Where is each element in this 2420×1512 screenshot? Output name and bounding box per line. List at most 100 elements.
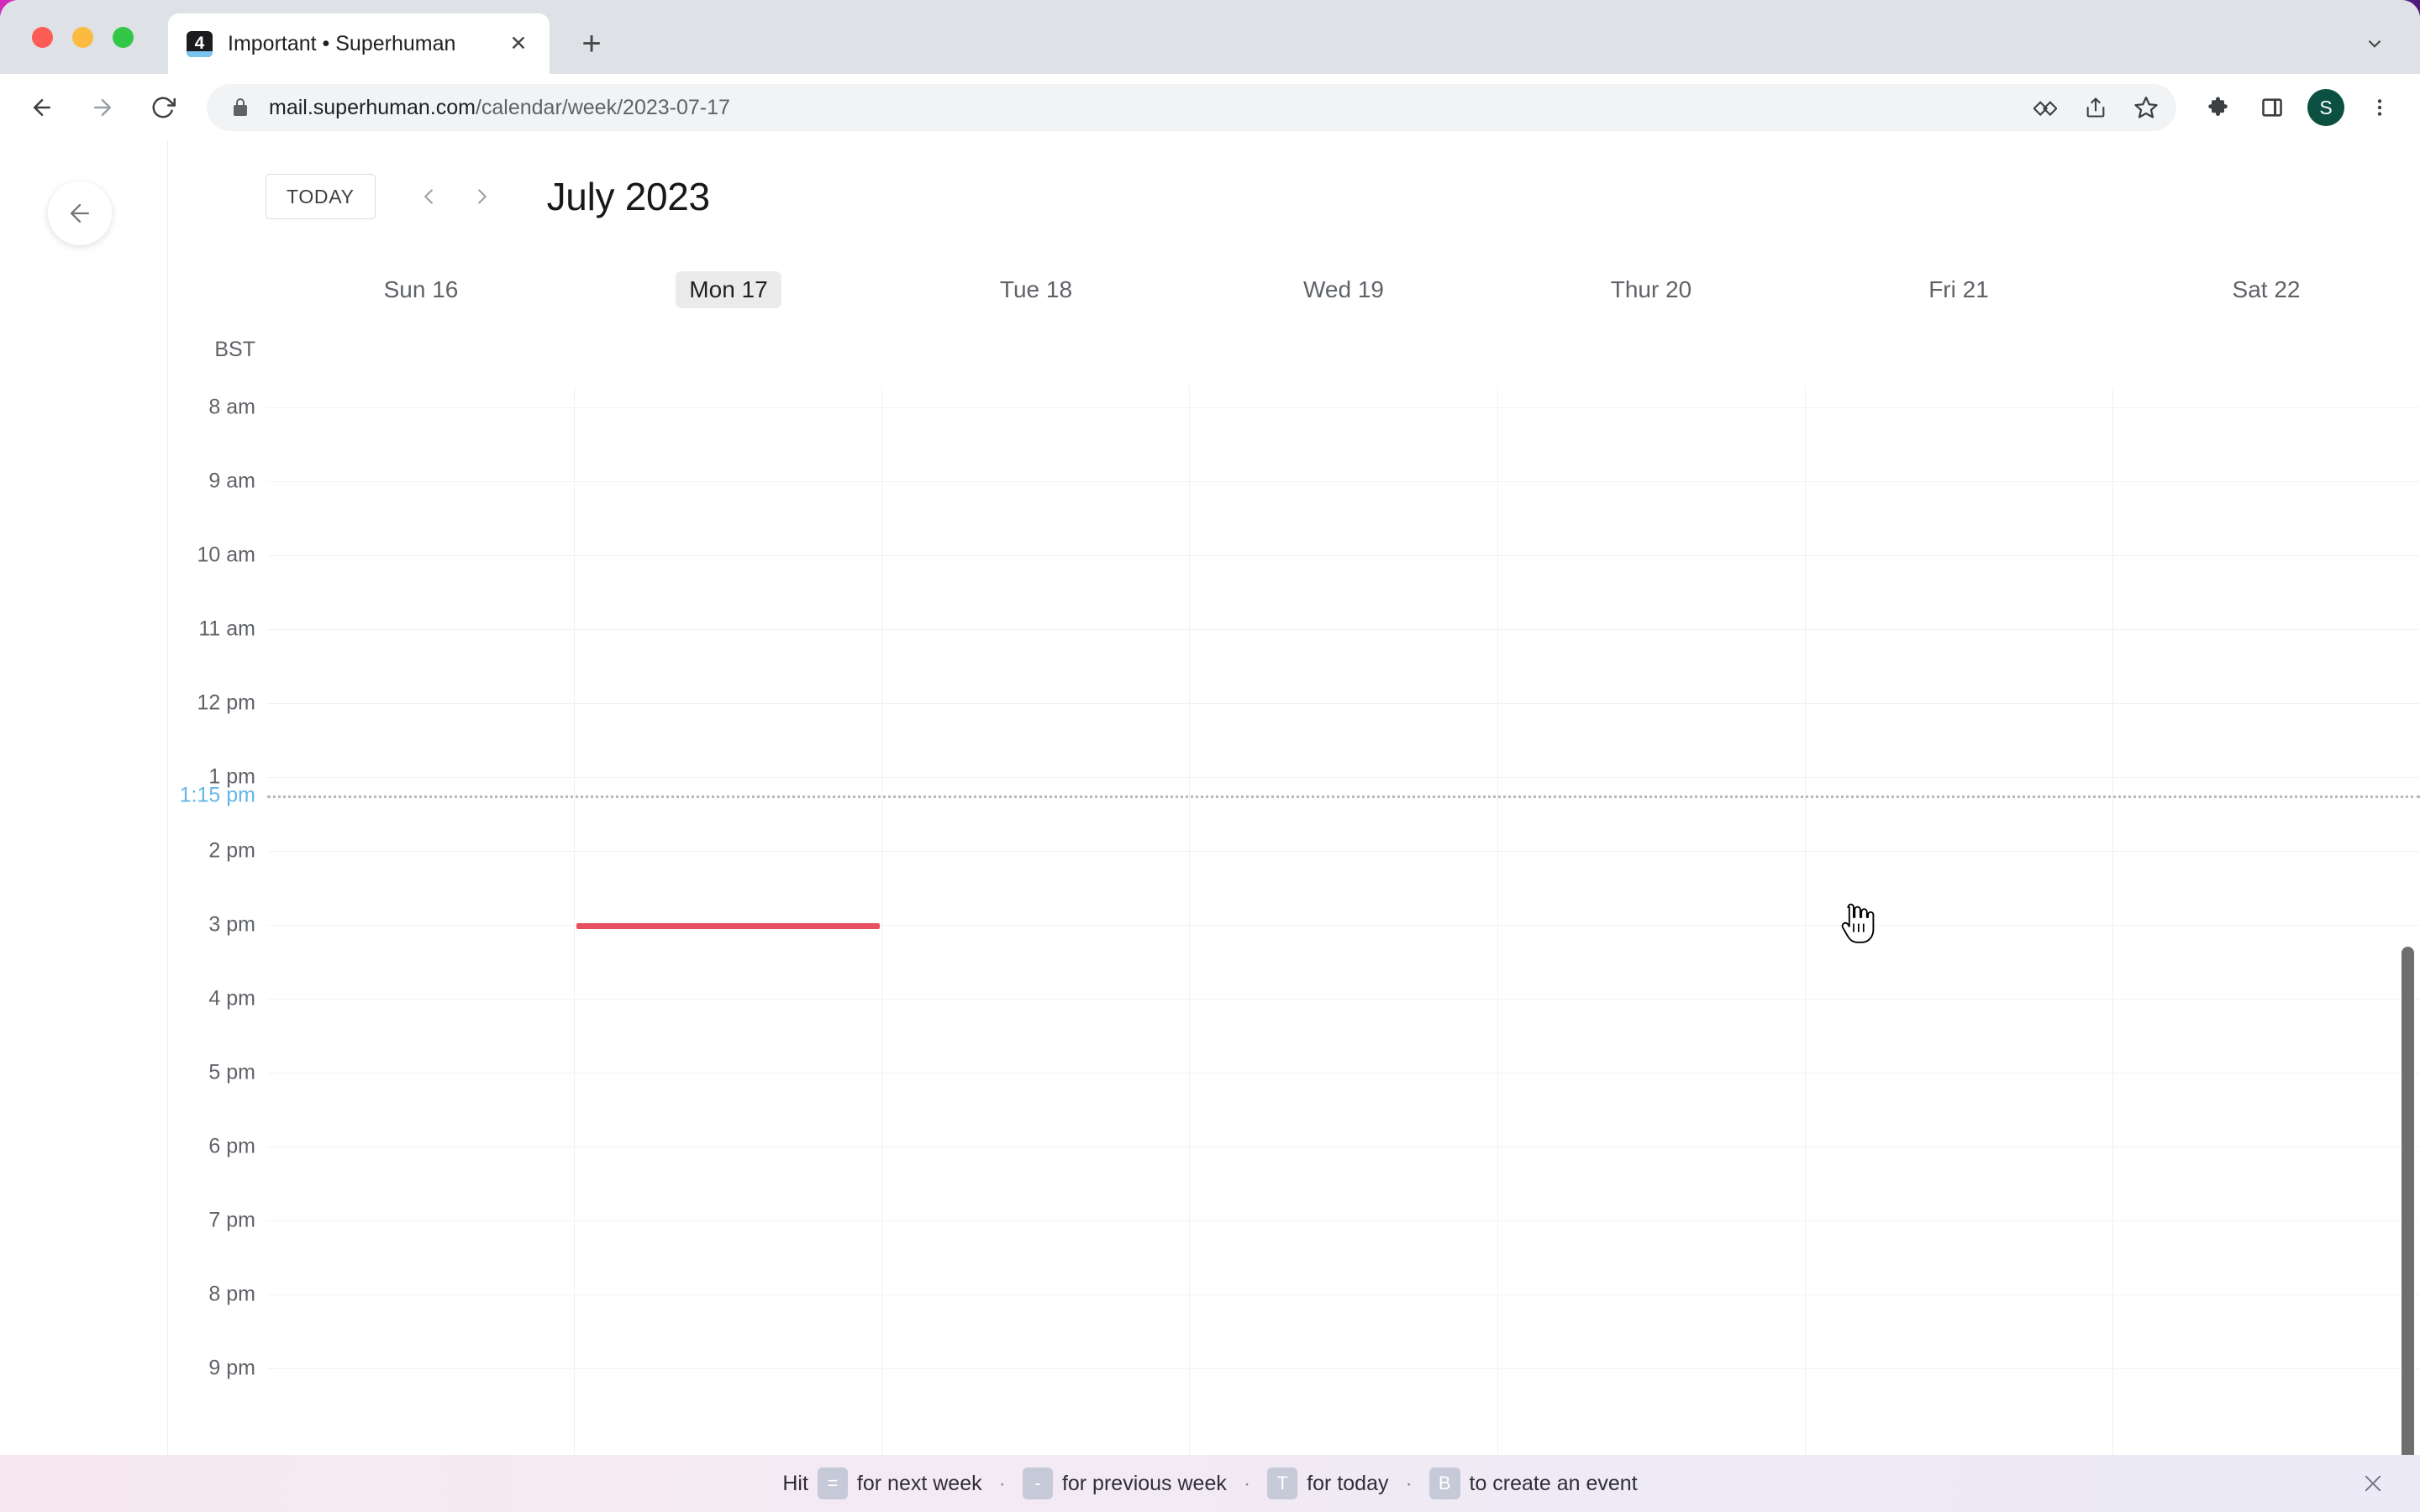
time-label-2: 10 am — [197, 543, 255, 567]
day-header-label: Tue 18 — [999, 276, 1073, 302]
url-host: mail.superhuman.com — [269, 95, 476, 119]
bookmark-star-icon[interactable] — [2124, 86, 2168, 129]
time-gutter: 8 am 9 am 10 am 11 am 12 pm 1 pm 2 pm 3 pm 4 pm 5… — [168, 386, 267, 1512]
profile-avatar[interactable]: S — [2307, 89, 2344, 126]
time-label-13: 9 pm — [208, 1356, 255, 1380]
browser-tab-strip: 4 Important • Superhuman ✕ + — [0, 0, 2420, 74]
next-week-button[interactable] — [460, 174, 505, 219]
hint-text-1: for previous week — [1061, 1471, 1227, 1495]
window-close-button[interactable] — [32, 27, 53, 48]
day-header-label: Thur 20 — [1610, 276, 1692, 302]
app-back-button[interactable] — [48, 181, 112, 245]
hint-text-0: for next week — [856, 1471, 982, 1495]
side-panel-icon[interactable] — [2250, 86, 2294, 129]
previous-week-button[interactable] — [406, 174, 451, 219]
vertical-scrollbar[interactable] — [2402, 947, 2414, 1512]
day-column-1[interactable] — [574, 386, 881, 1512]
price-tracking-icon[interactable] — [2023, 86, 2067, 129]
day-header-label: Fri 21 — [1928, 276, 1989, 302]
url-path: /calendar/week/2023-07-17 — [475, 95, 730, 119]
superhuman-calendar-app: TODAY July 2023 Sun 16 Mon 17 Tue 18 Wed 19 — [0, 141, 2420, 1512]
hint-text-2: for today — [1307, 1471, 1389, 1495]
day-header-label: Sun 16 — [383, 276, 459, 302]
browser-toolbar-right: S — [2198, 86, 2420, 129]
timezone-row: BST — [168, 328, 2420, 386]
day-header-label: Wed 19 — [1303, 276, 1384, 302]
hint-key-=: = — [817, 1467, 848, 1499]
browser-window: 4 Important • Superhuman ✕ + mail.superh… — [0, 0, 2420, 1512]
timezone-label: BST — [214, 338, 255, 361]
lock-icon — [230, 97, 250, 118]
hint-key-B: B — [1428, 1467, 1460, 1499]
day-header-6[interactable]: Sat 22 — [2112, 252, 2420, 328]
time-label-10: 6 pm — [208, 1134, 255, 1158]
time-label-6: 2 pm — [208, 838, 255, 863]
hint-prefix: Hit — [782, 1471, 808, 1495]
calendar-day-header-row: Sun 16 Mon 17 Tue 18 Wed 19 Thur 20 Fri 21 Sat… — [168, 252, 2420, 328]
browser-back-button[interactable] — [18, 84, 66, 131]
keyboard-hint-text: Hit = for next week · - for previous week · Tfo… — [782, 1467, 1638, 1499]
day-header-label: Mon 17 — [676, 271, 781, 308]
close-icon[interactable] — [2354, 1465, 2391, 1502]
hint-key-T: T — [1267, 1467, 1298, 1499]
hint-key--: - — [1022, 1467, 1053, 1499]
day-header-2[interactable]: Tue 18 — [882, 252, 1190, 328]
time-label-4: 12 pm — [197, 690, 255, 715]
hint-separator: · — [1243, 1471, 1251, 1495]
calendar-header: TODAY July 2023 — [168, 141, 2420, 252]
time-label-9: 5 pm — [208, 1060, 255, 1084]
calendar-main: TODAY July 2023 Sun 16 Mon 17 Tue 18 Wed 19 — [168, 141, 2420, 1512]
day-column-6[interactable] — [2112, 386, 2420, 1512]
time-label-12: 8 pm — [208, 1282, 255, 1306]
current-time-line — [267, 795, 2420, 798]
current-time-label: 1:15 pm — [179, 783, 255, 807]
tab-close-icon[interactable]: ✕ — [504, 29, 533, 58]
share-icon[interactable] — [2074, 86, 2118, 129]
time-label-11: 7 pm — [208, 1208, 255, 1232]
app-left-rail — [0, 141, 168, 1512]
day-column-0[interactable] — [267, 386, 574, 1512]
browser-reload-button[interactable] — [139, 84, 187, 131]
day-columns — [267, 386, 2420, 1512]
day-header-label: Sat 22 — [2232, 276, 2301, 302]
window-maximize-button[interactable] — [113, 27, 134, 48]
today-button[interactable]: TODAY — [266, 174, 376, 219]
chrome-menu-icon[interactable] — [2358, 86, 2402, 129]
window-traffic-lights — [32, 27, 134, 48]
calendar-event-0[interactable] — [576, 923, 881, 929]
browser-toolbar: mail.superhuman.com/calendar/week/2023-0… — [0, 74, 2420, 141]
day-column-4[interactable] — [1497, 386, 1805, 1512]
hint-separator: · — [1405, 1471, 1413, 1495]
extensions-puzzle-icon[interactable] — [2198, 86, 2242, 129]
browser-forward-button[interactable] — [79, 84, 126, 131]
day-header-3[interactable]: Wed 19 — [1190, 252, 1497, 328]
calendar-grid[interactable]: 8 am 9 am 10 am 11 am 12 pm 1 pm 2 pm 3 pm 4 pm 5… — [168, 386, 2420, 1512]
hint-text-3: to create an event — [1469, 1471, 1638, 1495]
page-title: July 2023 — [546, 175, 711, 218]
window-minimize-button[interactable] — [72, 27, 93, 48]
new-tab-button[interactable]: + — [570, 22, 613, 66]
hint-separator: · — [998, 1471, 1006, 1495]
time-label-8: 4 pm — [208, 986, 255, 1011]
calendar-grid-scroll: 8 am 9 am 10 am 11 am 12 pm 1 pm 2 pm 3 pm 4 pm 5… — [168, 386, 2420, 1512]
day-header-gutter — [168, 252, 267, 328]
keyboard-hint-bar: Hit = for next week · - for previous week · Tfo… — [0, 1455, 2420, 1512]
tab-title: Important • Superhuman — [228, 31, 456, 55]
time-label-3: 11 am — [198, 617, 255, 641]
time-label-1: 9 am — [208, 469, 255, 493]
day-header-5[interactable]: Fri 21 — [1805, 252, 2112, 328]
chevron-down-icon[interactable] — [2354, 24, 2395, 64]
day-header-0[interactable]: Sun 16 — [267, 252, 575, 328]
address-bar-url: mail.superhuman.com/calendar/week/2023-0… — [269, 96, 730, 120]
day-header-4[interactable]: Thur 20 — [1497, 252, 1805, 328]
day-column-5[interactable] — [1804, 386, 2112, 1512]
day-header-1[interactable]: Mon 17 — [575, 252, 882, 328]
omnibox-actions — [2023, 84, 2168, 131]
day-column-2[interactable] — [881, 386, 1189, 1512]
day-column-3[interactable] — [1189, 386, 1497, 1512]
tab-favicon-icon: 4 — [187, 30, 213, 57]
address-bar[interactable]: mail.superhuman.com/calendar/week/2023-0… — [207, 84, 2176, 131]
browser-tab[interactable]: 4 Important • Superhuman ✕ — [168, 13, 550, 74]
time-label-0: 8 am — [208, 395, 255, 419]
time-label-7: 3 pm — [208, 912, 255, 937]
